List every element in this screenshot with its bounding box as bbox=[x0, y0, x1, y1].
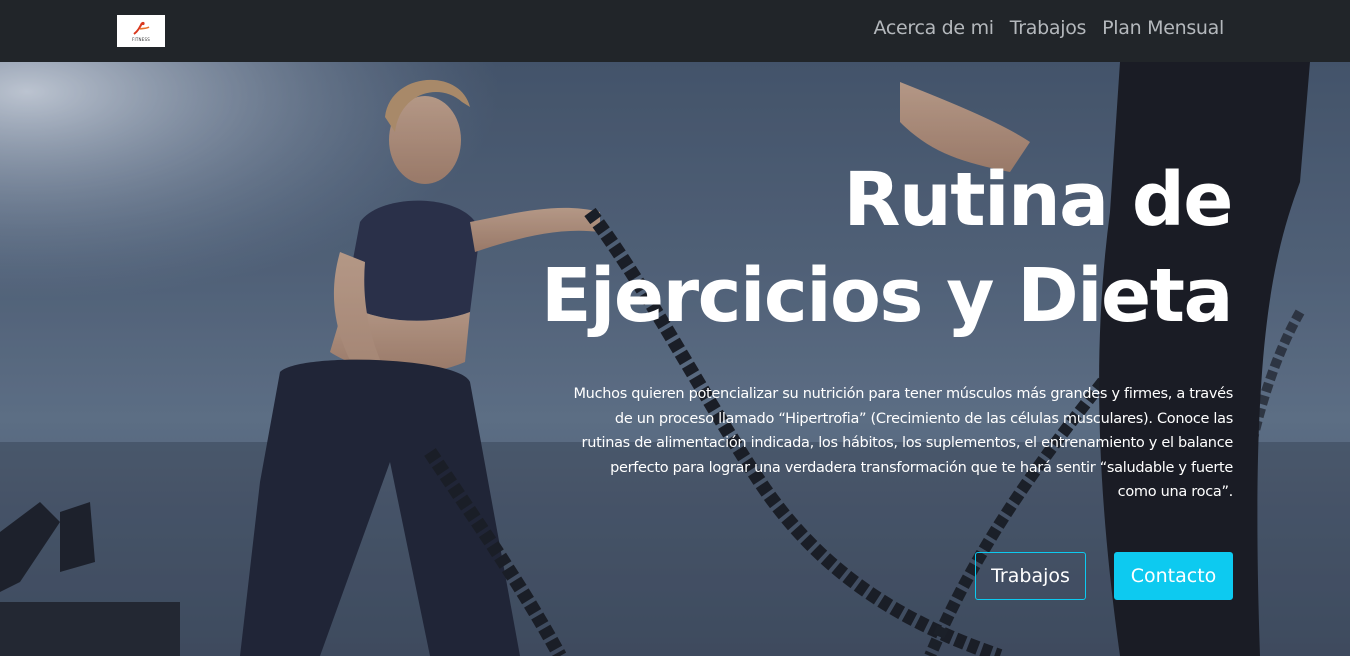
hero-title: Rutina de Ejercicios y Dieta bbox=[532, 152, 1234, 344]
brand-logo[interactable]: FITNESS bbox=[117, 15, 165, 47]
hero-section: Rutina de Ejercicios y Dieta Muchos quie… bbox=[0, 62, 1350, 656]
logo-text: FITNESS bbox=[132, 36, 150, 42]
fitness-logo-icon bbox=[133, 21, 150, 35]
hero-description: Muchos quieren potencializar su nutrició… bbox=[573, 386, 1233, 500]
contacto-button[interactable]: Contacto bbox=[1114, 552, 1233, 600]
nav-links: Acerca de mi Trabajos Plan Mensual bbox=[873, 17, 1224, 39]
nav-link-acerca[interactable]: Acerca de mi bbox=[873, 17, 994, 39]
hero-title-line1: Rutina de bbox=[843, 157, 1234, 243]
trabajos-button[interactable]: Trabajos bbox=[975, 552, 1086, 600]
nav-link-trabajos[interactable]: Trabajos bbox=[1010, 17, 1087, 39]
hero-title-line2: Ejercicios y Dieta bbox=[541, 253, 1234, 339]
nav-link-plan-mensual[interactable]: Plan Mensual bbox=[1102, 17, 1224, 39]
top-navbar: FITNESS Acerca de mi Trabajos Plan Mensu… bbox=[0, 0, 1350, 62]
